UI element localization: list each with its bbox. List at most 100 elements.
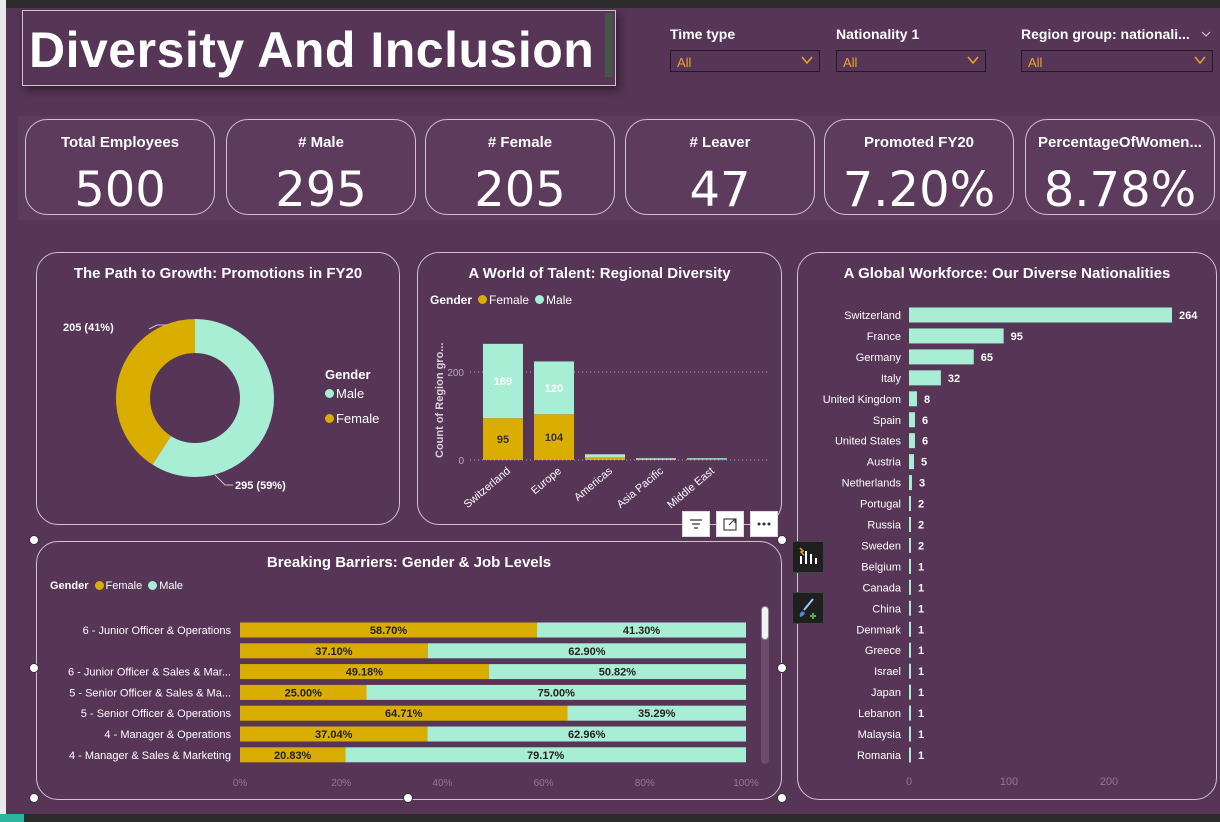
data-label: 6 <box>922 415 928 427</box>
kpi-label: PercentageOfWomen... <box>1038 134 1202 151</box>
nationality-bar <box>909 349 974 365</box>
regional-diversity-card[interactable]: A World of Talent: Regional Diversity Ge… <box>417 252 782 525</box>
data-label-male: 62.90% <box>568 646 606 658</box>
data-label-female: 25.00% <box>285 687 323 699</box>
chevron-down-icon[interactable] <box>1201 30 1211 38</box>
slicer-dropdown[interactable]: All <box>670 50 820 72</box>
nationality-bar <box>909 558 911 574</box>
category-label: Lebanon <box>858 708 901 720</box>
build-visual-icon <box>799 547 817 564</box>
slicer-label: Time type <box>670 26 736 42</box>
x-tick-label: Americas <box>572 465 615 504</box>
bar-male-2 <box>585 454 625 458</box>
job-levels-card[interactable]: Breaking Barriers: Gender & Job Levels G… <box>36 541 782 800</box>
data-label: 5 <box>921 457 927 469</box>
category-label: China <box>872 603 902 615</box>
kpi-card-leaver[interactable]: # Leaver 47 <box>625 119 815 218</box>
category-label: France <box>867 331 901 343</box>
kpi-value: 205 <box>474 162 566 218</box>
nationality-bar <box>909 433 915 449</box>
page-title: Diversity And Inclusion <box>29 22 595 78</box>
data-label: 1 <box>918 750 924 762</box>
resize-handle-right[interactable] <box>777 663 787 673</box>
focus-mode-button[interactable] <box>716 511 744 537</box>
category-label: 5 - Senior Officer & Operations <box>81 708 232 720</box>
slicer-dropdown[interactable]: All <box>836 50 986 72</box>
scrollbar-thumb[interactable] <box>761 606 769 640</box>
kpi-card-percentage-women[interactable]: PercentageOfWomen... 8.78% <box>1025 119 1215 218</box>
title-box: Diversity And Inclusion <box>22 10 616 86</box>
report-canvas: Diversity And Inclusion Time type All Na… <box>6 8 1220 814</box>
data-label: 8 <box>924 394 930 406</box>
legend-dot <box>325 414 334 424</box>
data-label: 3 <box>919 478 925 490</box>
category-label: Malaysia <box>858 729 902 741</box>
nationality-bar <box>909 621 911 637</box>
category-label: Sweden <box>861 540 901 552</box>
more-icon <box>757 522 771 526</box>
nationalities-card[interactable]: A Global Workforce: Our Diverse National… <box>797 252 1217 800</box>
category-label: 6 - Junior Officer & Operations <box>83 625 232 637</box>
category-label: Switzerland <box>844 310 901 322</box>
resize-handle-left[interactable] <box>29 663 39 673</box>
data-label-male: 79.17% <box>527 750 565 762</box>
kpi-label: Promoted FY20 <box>863 134 975 151</box>
category-label: Israel <box>874 666 901 678</box>
legend-dot <box>325 389 334 399</box>
format-visual-button[interactable] <box>792 592 824 624</box>
resize-handle-bottom-left[interactable] <box>29 793 39 803</box>
kpi-value: 295 <box>275 162 367 218</box>
more-options-button[interactable] <box>750 511 778 537</box>
category-label: Germany <box>856 352 902 364</box>
category-label: 6 - Junior Officer & Sales & Mar... <box>68 667 231 679</box>
legend-item-male[interactable]: Male <box>325 386 379 401</box>
nationality-bar <box>909 391 917 407</box>
kpi-value: 47 <box>689 162 751 218</box>
nationality-bar <box>909 454 914 470</box>
slicer-dropdown[interactable]: All <box>1021 50 1213 72</box>
data-label: 1 <box>918 687 924 699</box>
data-label: 2 <box>918 520 924 532</box>
donut-label-female: 205 (41%) <box>63 322 114 334</box>
scrollbar-track[interactable] <box>761 606 769 764</box>
category-label: United Kingdom <box>823 394 901 406</box>
nationality-bar <box>909 537 911 553</box>
x-tick-label: 0 <box>906 776 912 788</box>
category-label: 4 - Manager & Sales & Marketing <box>69 750 231 762</box>
bar-female-2 <box>585 457 625 460</box>
kpi-card-male[interactable]: # Male 295 <box>226 119 416 218</box>
legend-item-female[interactable]: Female <box>325 411 379 426</box>
region-stacked-bar-chart: 0 200Count of Region gro... 95 169 Switzerla… <box>434 343 770 511</box>
data-label: 264 <box>1179 310 1198 322</box>
category-label: Denmark <box>856 624 901 636</box>
data-label: 6 <box>922 436 928 448</box>
filter-icon <box>690 519 702 529</box>
promotions-donut-card[interactable]: The Path to Growth: Promotions in FY20 2… <box>36 252 400 525</box>
bar-male-4 <box>687 458 727 460</box>
data-label: 1 <box>918 708 924 720</box>
category-label: 4 - Manager & Operations <box>104 729 231 741</box>
resize-handle-bottom-right[interactable] <box>777 793 787 803</box>
x-tick-label: Asia Pacific <box>615 465 667 511</box>
kpi-card-female[interactable]: # Female 205 <box>425 119 615 218</box>
data-label-male: 120 <box>545 383 563 395</box>
kpi-card-total-employees[interactable]: Total Employees 500 <box>25 119 215 218</box>
resize-handle-bottom[interactable] <box>403 793 413 803</box>
filter-button[interactable] <box>682 511 710 537</box>
slicer-value: All <box>1028 55 1043 70</box>
page-tab-indicator[interactable] <box>0 814 24 822</box>
data-label-male: 41.30% <box>623 625 661 637</box>
data-label-male: 35.29% <box>638 708 676 720</box>
nationality-bar <box>909 684 911 700</box>
x-tick-label: 100% <box>733 778 759 789</box>
nationality-bar <box>909 579 911 595</box>
build-visual-button[interactable] <box>792 541 824 573</box>
category-label: Portugal <box>860 499 901 511</box>
nationality-bar <box>909 663 911 679</box>
kpi-card-promoted[interactable]: Promoted FY20 7.20% <box>824 119 1014 218</box>
resize-handle-top-left[interactable] <box>29 535 39 545</box>
data-label: 32 <box>948 373 960 385</box>
chevron-down-icon <box>801 56 813 65</box>
category-label: Greece <box>865 645 901 657</box>
resize-handle-top-right[interactable] <box>777 535 787 545</box>
